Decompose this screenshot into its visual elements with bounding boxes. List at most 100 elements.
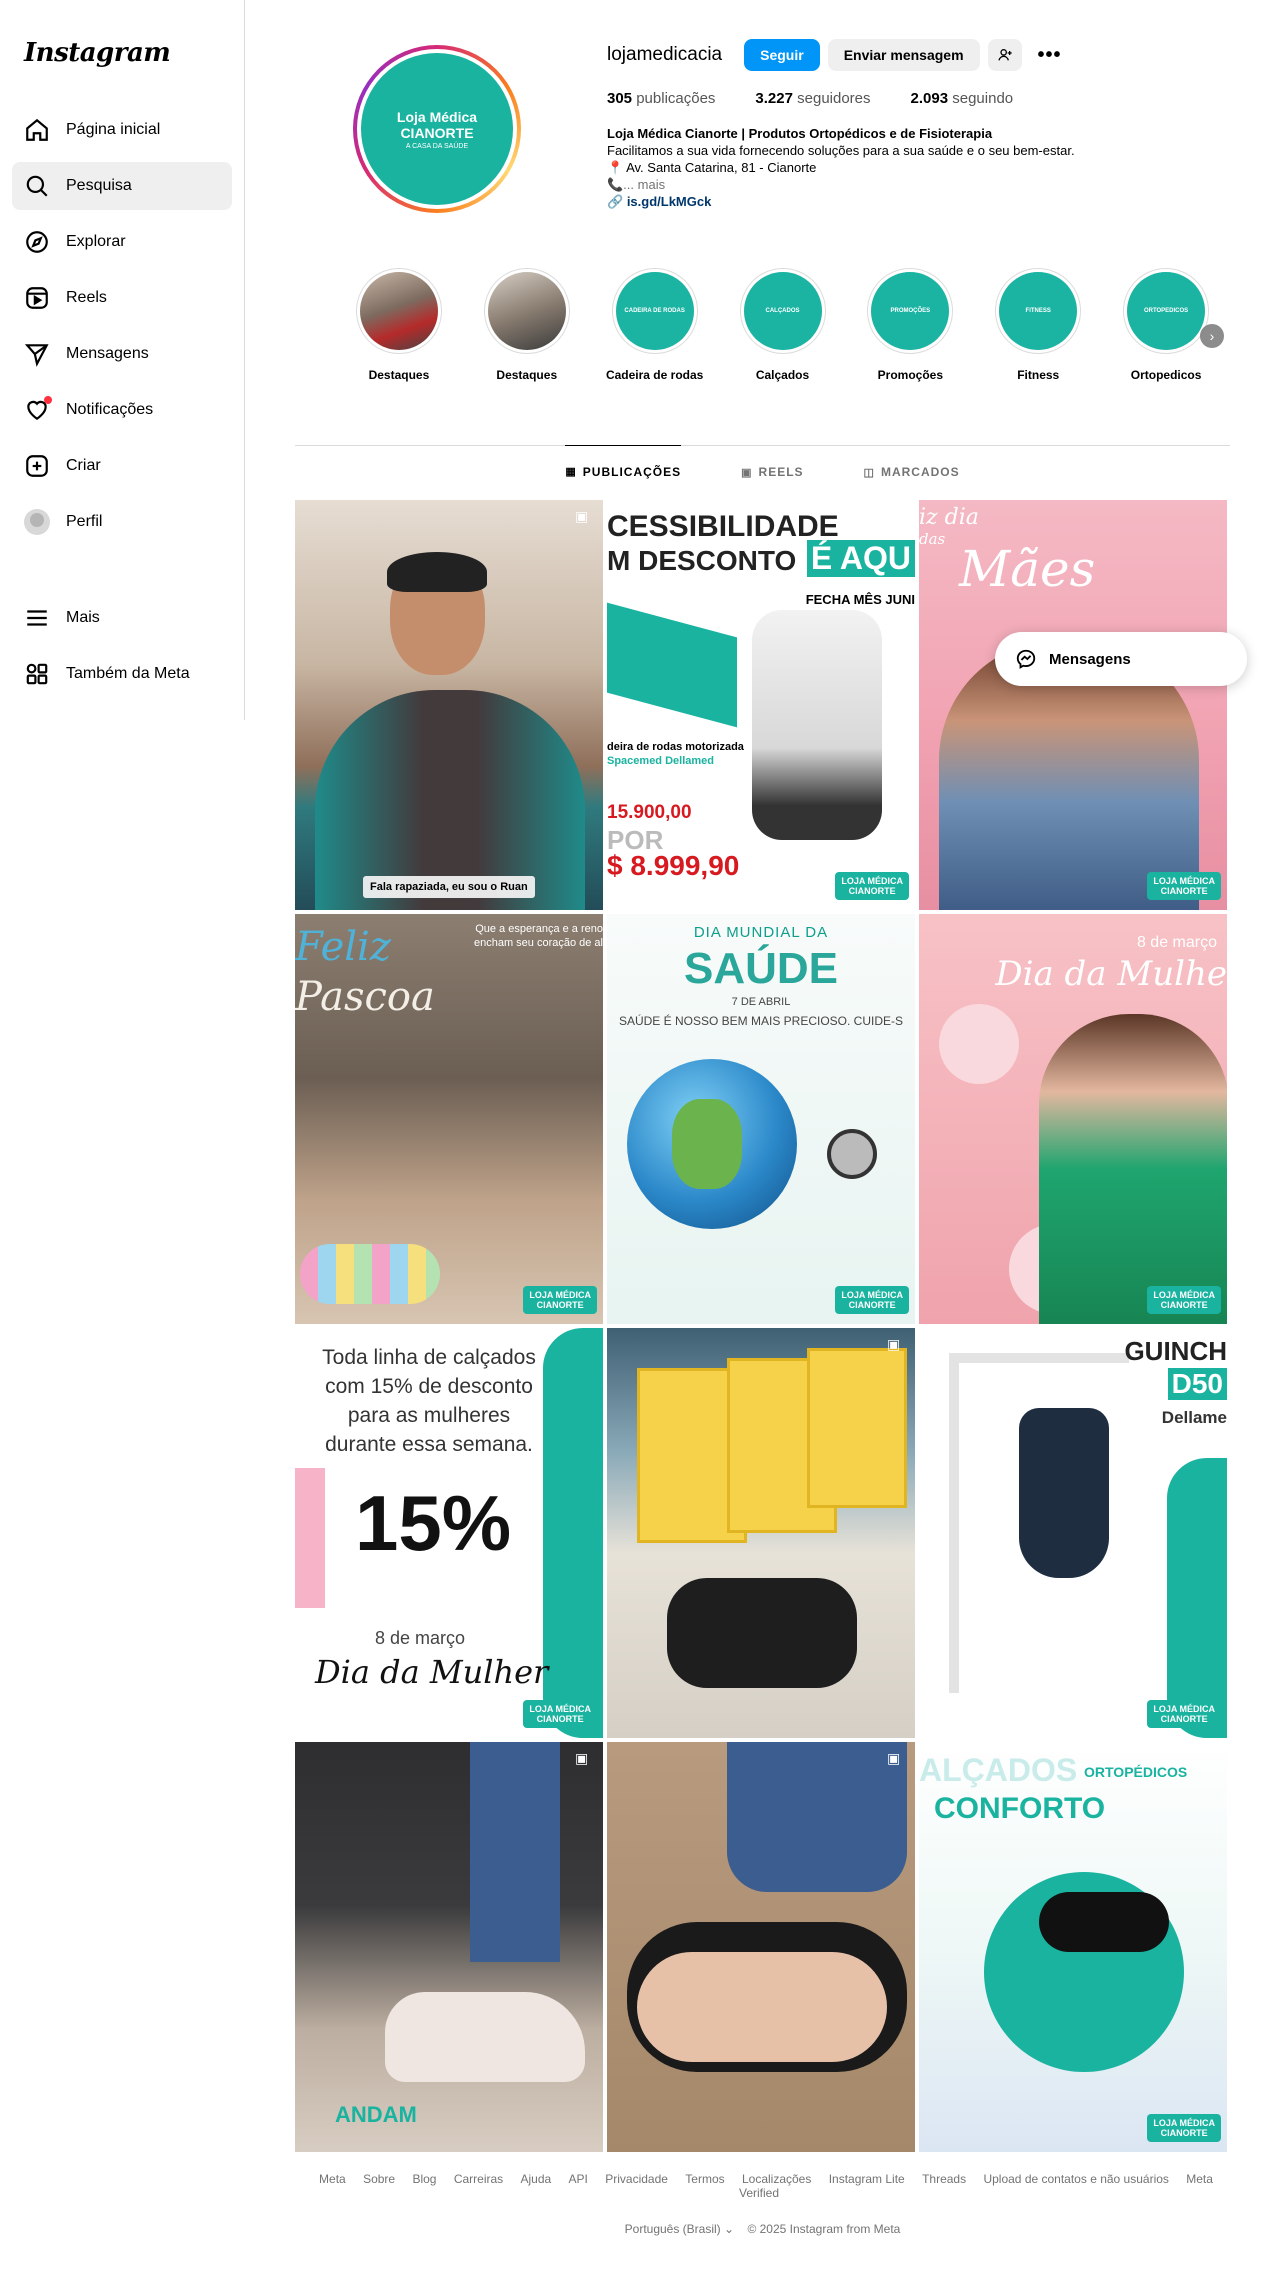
nav-notifications[interactable]: Notificações <box>12 386 232 434</box>
nav-profile[interactable]: Perfil <box>12 498 232 546</box>
post-tile[interactable]: Toda linha de calçados com 15% de descont… <box>295 1328 603 1738</box>
bio-more[interactable]: 📞... mais <box>607 176 1227 193</box>
nav-reels[interactable]: Reels <box>12 274 232 322</box>
footer-link[interactable]: Termos <box>685 2172 724 2186</box>
nav-also-meta-label: Também da Meta <box>66 665 190 682</box>
footer-link[interactable]: Ajuda <box>521 2172 552 2186</box>
nav-messages-label: Mensagens <box>66 345 149 362</box>
profile-info: lojamedicacia Seguir Enviar mensagem •••… <box>607 38 1227 210</box>
post-text: ORTOPÉDICOS <box>1084 1764 1188 1780</box>
language-select[interactable]: Português (Brasil) ⌄ <box>625 2222 734 2236</box>
highlight-item[interactable]: FITNESS Fitness <box>974 268 1102 408</box>
highlight-item[interactable]: CADEIRA DE RODAS Cadeira de rodas <box>591 268 719 408</box>
footer-link[interactable]: API <box>569 2172 588 2186</box>
highlight-cover <box>487 272 566 350</box>
footer-bottom: Português (Brasil) ⌄ © 2025 Instagram fr… <box>295 2222 1230 2236</box>
brand-badge: LOJA MÉDICA CIANORTE <box>523 1700 597 1728</box>
profile-picture[interactable]: Loja Médica CIANORTE A CASA DA SAÚDE <box>353 45 521 213</box>
story-highlights: Destaques Destaques CADEIRA DE RODAS Cad… <box>335 268 1230 408</box>
heart-icon <box>27 400 47 420</box>
reel-icon: ▣ <box>575 1750 589 1766</box>
post-tile[interactable]: GUINCH D50 Dellame LOJA MÉDICA CIANORTE <box>919 1328 1227 1738</box>
nav-messages[interactable]: Mensagens <box>12 330 232 378</box>
compression-gloves-image <box>667 1578 857 1688</box>
brand-badge: LOJA MÉDICA CIANORTE <box>835 1286 909 1314</box>
reels-icon: ▣ <box>741 466 753 479</box>
post-text: CONFORTO <box>934 1792 1106 1825</box>
footer: Meta Sobre Blog Carreiras Ajuda API Priv… <box>295 2172 1230 2236</box>
post-text: deira de rodas motorizada Spacemed Dellam… <box>607 740 744 768</box>
nav-more[interactable]: Mais <box>12 594 232 642</box>
following-label: seguindo <box>952 90 1014 107</box>
highlight-item[interactable]: Destaques <box>463 268 591 408</box>
following-stat[interactable]: 2.093 seguindo <box>911 90 1014 107</box>
more-options-icon[interactable]: ••• <box>1038 44 1062 67</box>
tag-icon: ◫ <box>863 466 875 479</box>
notification-dot <box>24 396 52 423</box>
footer-link[interactable]: Blog <box>412 2172 436 2186</box>
nav-create[interactable]: Criar <box>12 442 232 490</box>
wheelchair-image <box>752 610 882 840</box>
link-icon: 🔗 <box>607 194 624 209</box>
footer-link[interactable]: Upload de contatos e não usuários <box>983 2172 1168 2186</box>
nav-search[interactable]: Pesquisa <box>12 162 232 210</box>
profile-logo-line3: A CASA DA SAÚDE <box>405 142 469 150</box>
post-tile[interactable]: ▣ <box>607 1328 915 1738</box>
followers-count: 3.227 <box>755 90 793 107</box>
profile-header: Loja Médica CIANORTE A CASA DA SAÚDE loj… <box>295 0 1230 250</box>
compass-icon <box>26 231 48 253</box>
tab-reels[interactable]: ▣ REELS <box>741 446 803 498</box>
footer-link[interactable]: Localizações <box>742 2172 811 2186</box>
highlight-cover: ORTOPEDICOS <box>1127 272 1206 350</box>
followers-stat[interactable]: 3.227 seguidores <box>755 90 870 107</box>
tab-posts[interactable]: ▦ PUBLICAÇÕES <box>565 445 682 497</box>
footer-link[interactable]: Sobre <box>363 2172 395 2186</box>
add-user-icon <box>997 49 1012 61</box>
nav-explore[interactable]: Explorar <box>12 218 232 266</box>
tab-reels-label: REELS <box>758 465 804 479</box>
post-tile[interactable]: Feliz Pascoa Que a esperança e a reno enc… <box>295 914 603 1324</box>
plus-icon <box>26 455 48 477</box>
profile-stats: 305 publicações 3.227 seguidores 2.093 s… <box>607 90 1227 107</box>
bio-line1: Facilitamos a sua vida fornecendo soluçõ… <box>607 143 1075 158</box>
bio-link[interactable]: 🔗 is.gd/LkMGck <box>607 193 1227 210</box>
post-tile[interactable]: 8 de março Dia da Mulhe LOJA MÉDICA CIANO… <box>919 914 1227 1324</box>
follow-button[interactable]: Seguir <box>744 39 820 71</box>
post-tile[interactable]: CESSIBILIDADE M DESCONTO É AQU FECHA MÊS… <box>607 500 915 910</box>
highlight-item[interactable]: Destaques <box>335 268 463 408</box>
messages-popup[interactable]: Mensagens <box>995 632 1247 686</box>
send-message-button[interactable]: Enviar mensagem <box>827 39 980 71</box>
profile-main: Loja Médica CIANORTE A CASA DA SAÚDE loj… <box>295 0 1230 2152</box>
post-tile[interactable]: DIA MUNDIAL DA SAÚDE 7 DE ABRIL SAÚDE É … <box>607 914 915 1324</box>
tab-tagged[interactable]: ◫ MARCADOS <box>864 446 960 498</box>
nav-reels-label: Reels <box>66 289 107 306</box>
footer-link[interactable]: Instagram Lite <box>829 2172 905 2186</box>
post-tile[interactable]: ANDAM ▣ <box>295 1742 603 2152</box>
post-tile[interactable]: iz dia das Mães LOJA MÉDICA CIANORTE <box>919 500 1227 910</box>
suggested-users-button[interactable] <box>987 39 1022 71</box>
footer-link[interactable]: Carreiras <box>454 2172 503 2186</box>
nav-also-meta[interactable]: Também da Meta <box>12 650 232 698</box>
post-tile[interactable]: ALÇADOS ORTOPÉDICOS CONFORTO LOJA MÉDICA… <box>919 1742 1227 2152</box>
followers-label: seguidores <box>797 90 871 107</box>
footer-link[interactable]: Privacidade <box>605 2172 668 2186</box>
post-text: Dia da Mulher <box>315 1653 549 1691</box>
footer-link[interactable]: Threads <box>922 2172 966 2186</box>
highlight-item[interactable]: PROMOÇÕES Promoções <box>846 268 974 408</box>
messenger-icon <box>1016 649 1036 669</box>
nav-home[interactable]: Página inicial <box>12 106 232 154</box>
profile-logo-line1: Loja Médica <box>396 108 478 125</box>
post-tile[interactable]: ▣ <box>607 1742 915 2152</box>
meta-apps-icon <box>26 663 48 685</box>
footer-link[interactable]: Meta <box>319 2172 346 2186</box>
post-text: Toda linha de calçados com 15% de descont… <box>322 1346 536 1456</box>
post-tile[interactable]: ▣ Fala rapaziada, eu sou o Ruan <box>295 500 603 910</box>
brand-badge: LOJA MÉDICA CIANORTE <box>835 872 909 900</box>
footer-links: Meta Sobre Blog Carreiras Ajuda API Priv… <box>295 2172 1230 2200</box>
post-text: Pascoa <box>295 974 435 1020</box>
posts-count: 305 <box>607 90 633 107</box>
post-text: Dellame <box>1161 1408 1227 1427</box>
highlight-item[interactable]: CALÇADOS Calçados <box>719 268 847 408</box>
instagram-logo[interactable]: Instagram <box>24 38 232 68</box>
highlights-next-button[interactable]: › <box>1200 324 1224 348</box>
